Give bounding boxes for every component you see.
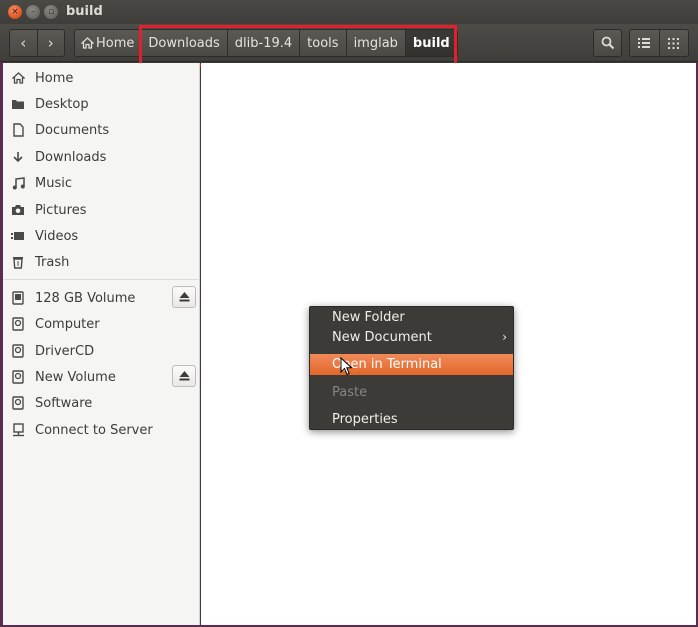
breadcrumb-downloads[interactable]: Downloads — [141, 30, 228, 56]
sidebar-item-label: Desktop — [35, 96, 89, 112]
sidebar-item-downloads[interactable]: Downloads — [3, 144, 200, 170]
back-button[interactable]: ‹ — [10, 30, 37, 56]
sidebar-item-label: Connect to Server — [35, 422, 153, 438]
sidebar-item-label: Music — [35, 175, 72, 191]
grid-view-button[interactable] — [658, 30, 689, 56]
minimize-icon: – — [30, 6, 36, 17]
disk-icon — [10, 395, 26, 411]
disk-icon — [10, 343, 26, 359]
sidebar-item-label: Computer — [35, 316, 100, 332]
network-server-icon — [10, 422, 26, 438]
maximize-icon: ▫ — [47, 6, 55, 17]
desktop-folder-icon — [10, 96, 26, 112]
sidebar-item-computer[interactable]: Computer — [3, 311, 200, 337]
minimize-window-button[interactable]: – — [26, 5, 40, 19]
chevron-left-icon: ‹ — [20, 34, 27, 52]
mouse-pointer-icon — [340, 357, 353, 376]
drive-icon — [10, 290, 26, 306]
eject-icon — [179, 371, 189, 381]
disk-icon — [10, 369, 26, 385]
menu-item-label: Paste — [332, 385, 368, 400]
menu-separator — [310, 380, 513, 381]
title-bar: × – ▫ build — [0, 0, 698, 24]
sidebar-item-label: Home — [35, 70, 74, 86]
breadcrumb: Home Downloads dlib-19.4 tools imglab bu… — [74, 29, 458, 57]
breadcrumb-build[interactable]: build — [405, 30, 457, 56]
sidebar-item-128gb-volume[interactable]: 128 GB Volume — [3, 285, 200, 311]
video-icon — [10, 228, 26, 244]
sidebar-item-label: Downloads — [35, 149, 107, 165]
forward-button[interactable]: › — [36, 30, 65, 56]
sidebar-item-desktop[interactable]: Desktop — [3, 91, 200, 117]
sidebar-item-label: Software — [35, 395, 93, 411]
breadcrumb-imglab[interactable]: imglab — [346, 30, 406, 56]
menu-item-properties[interactable]: Properties — [310, 409, 513, 430]
chevron-right-icon: › — [47, 34, 54, 52]
sidebar: Home Desktop Documents Downloads Music P… — [3, 63, 200, 625]
sidebar-separator — [3, 279, 200, 280]
sidebar-item-label: 128 GB Volume — [35, 290, 136, 306]
sidebar-item-trash[interactable]: Trash — [3, 249, 200, 275]
sidebar-item-documents[interactable]: Documents — [3, 117, 200, 143]
music-icon — [10, 175, 26, 191]
close-icon: × — [11, 6, 19, 17]
chevron-right-icon: › — [502, 330, 507, 344]
eject-button[interactable] — [172, 365, 196, 387]
maximize-window-button[interactable]: ▫ — [44, 5, 58, 19]
breadcrumb-home[interactable]: Home — [75, 30, 142, 56]
navigation-buttons: ‹ › — [9, 29, 65, 57]
home-icon — [10, 70, 26, 86]
view-switcher — [629, 29, 689, 57]
disk-icon — [10, 316, 26, 332]
sidebar-item-connect-to-server[interactable]: Connect to Server — [3, 417, 200, 443]
menu-item-label: Properties — [332, 412, 398, 427]
camera-icon — [10, 202, 26, 218]
eject-icon — [179, 292, 189, 302]
grid-view-icon — [668, 37, 680, 49]
header-bar: ‹ › Home Downloads dlib-19.4 tools imgla… — [0, 24, 698, 62]
download-icon — [10, 149, 26, 165]
eject-button[interactable] — [172, 286, 196, 308]
document-icon — [10, 122, 26, 138]
sidebar-item-label: Pictures — [35, 202, 87, 218]
sidebar-item-software[interactable]: Software — [3, 390, 200, 416]
sidebar-item-videos[interactable]: Videos — [3, 223, 200, 249]
list-view-button[interactable] — [630, 30, 659, 56]
menu-item-new-folder[interactable]: New Folder — [310, 307, 513, 328]
sidebar-item-new-volume[interactable]: New Volume — [3, 364, 200, 390]
sidebar-item-label: Videos — [35, 228, 79, 244]
home-icon — [81, 37, 94, 49]
menu-item-paste: Paste — [310, 382, 513, 403]
search-icon — [601, 36, 614, 50]
sidebar-item-pictures[interactable]: Pictures — [3, 197, 200, 223]
menu-item-new-document[interactable]: New Document › — [310, 327, 513, 348]
sidebar-item-drivercd[interactable]: DriverCD — [3, 338, 200, 364]
trash-icon — [10, 254, 26, 270]
sidebar-item-label: Documents — [35, 122, 110, 138]
menu-item-label: New Folder — [332, 310, 405, 325]
list-view-icon — [638, 38, 651, 48]
sidebar-item-music[interactable]: Music — [3, 170, 200, 196]
close-window-button[interactable]: × — [8, 5, 22, 19]
sidebar-item-label: New Volume — [35, 369, 116, 385]
sidebar-item-label: Trash — [35, 254, 70, 270]
search-button[interactable] — [593, 29, 622, 57]
breadcrumb-tools[interactable]: tools — [300, 30, 347, 56]
breadcrumb-home-label: Home — [96, 35, 135, 51]
sidebar-item-home[interactable]: Home — [3, 65, 200, 91]
breadcrumb-dlib[interactable]: dlib-19.4 — [227, 30, 301, 56]
menu-item-label: New Document — [332, 330, 432, 345]
window-title: build — [66, 4, 103, 19]
sidebar-item-label: DriverCD — [35, 343, 95, 359]
